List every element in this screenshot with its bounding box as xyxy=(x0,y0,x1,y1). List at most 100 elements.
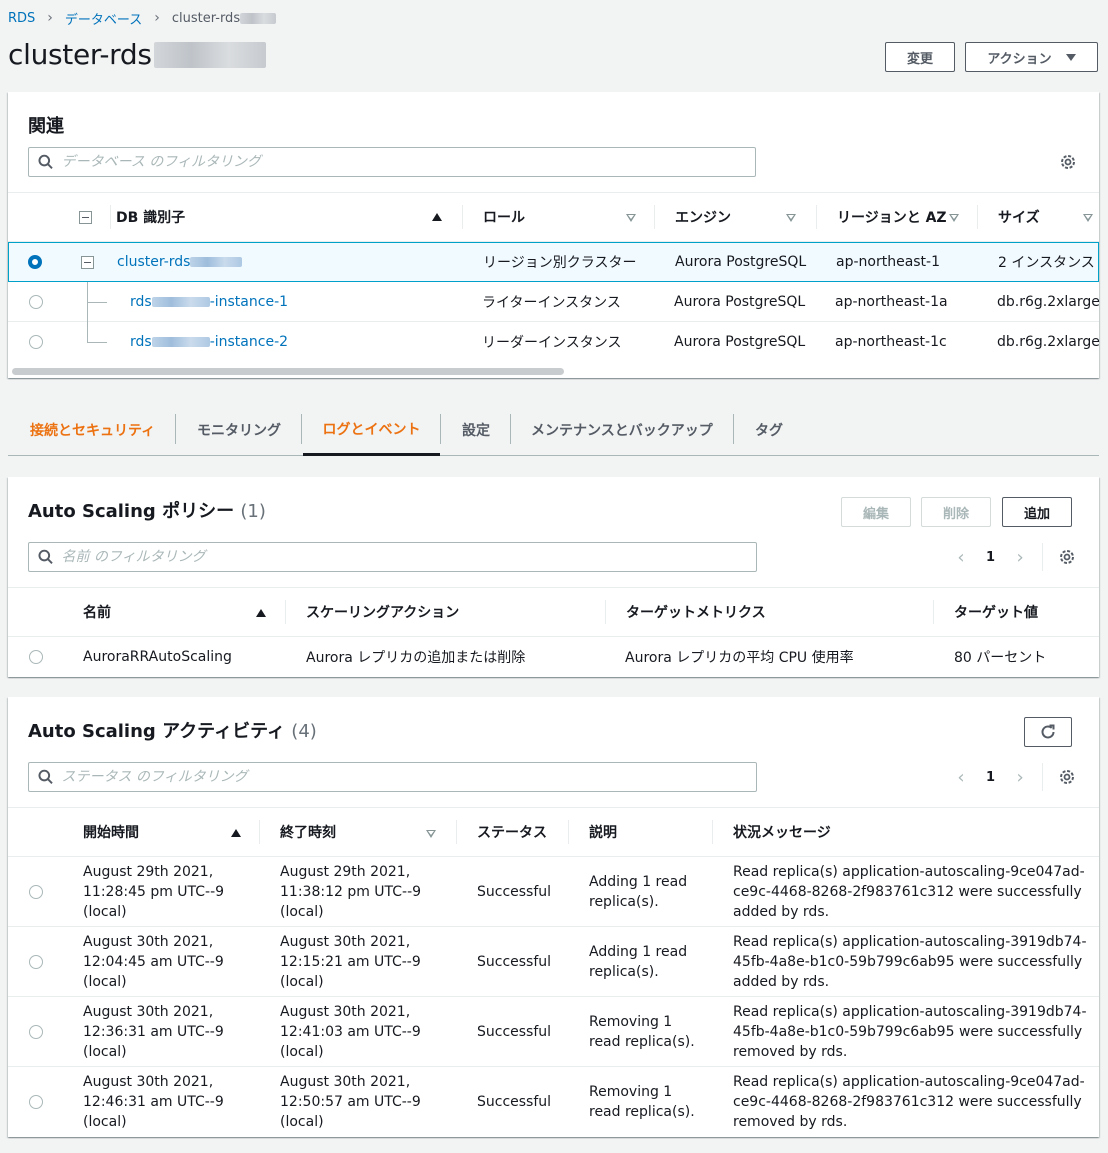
col-target-value[interactable]: ターゲット値 xyxy=(934,588,1094,636)
sort-icon xyxy=(1083,214,1093,222)
table-row[interactable]: August 30th 2021, 12:04:45 am UTC--9 (loca… xyxy=(8,927,1099,997)
col-target-value-label: ターゲット値 xyxy=(954,605,1038,621)
tab-logs-events[interactable]: ログとイベント xyxy=(303,404,440,456)
cell-line: 45fb-4a8e-b1c0-59b799c6ab95 were success… xyxy=(733,1023,1083,1040)
db-identifier-suffix[interactable]: -instance-2 xyxy=(210,334,288,350)
breadcrumb-databases-link[interactable]: データベース xyxy=(65,9,142,28)
db-identifier-link[interactable]: rds -instance-2 xyxy=(130,322,288,362)
col-size[interactable]: サイズ xyxy=(978,193,1099,241)
related-panel: 関連 DB 識別子 ロール エンジン リージョンと AZ サイズ cluster… xyxy=(8,92,1100,378)
col-role[interactable]: ロール xyxy=(463,193,655,241)
size-cell: 2 インスタンス xyxy=(998,255,1095,271)
modify-button[interactable]: 変更 xyxy=(885,42,955,72)
table-row[interactable]: rds -instance-1 ライターインスタンス Aurora Postgre… xyxy=(8,282,1100,322)
db-identifier-text[interactable]: rds xyxy=(130,294,152,310)
add-button[interactable]: 追加 xyxy=(1002,497,1072,527)
tab-connectivity-security[interactable]: 接続とセキュリティ xyxy=(30,404,155,456)
related-filter[interactable] xyxy=(28,147,756,177)
col-db-identifier[interactable]: DB 識別子 xyxy=(111,193,463,241)
col-status-label: ステータス xyxy=(477,825,547,841)
delete-button-label: 削除 xyxy=(942,506,969,522)
row-radio[interactable] xyxy=(28,255,42,269)
cell-line: 11:28:45 pm UTC--9 xyxy=(83,883,225,900)
col-status-message-label: 状況メッセージ xyxy=(733,825,831,841)
col-description[interactable]: 説明 xyxy=(569,808,713,856)
activities-panel: Auto Scaling アクティビティ (4) ‹ 1 › 開始時間 終了時刻… xyxy=(8,697,1099,1137)
chevron-left-icon[interactable]: ‹ xyxy=(954,547,968,568)
status-message-cell: Read replica(s) application-autoscaling-… xyxy=(733,997,1087,1066)
col-start-time[interactable]: 開始時間 xyxy=(63,808,260,856)
row-radio[interactable] xyxy=(29,295,43,309)
policies-filter-input[interactable] xyxy=(61,549,756,565)
breadcrumb-rds-link[interactable]: RDS xyxy=(8,11,35,26)
horizontal-scrollbar[interactable] xyxy=(12,368,564,375)
tab-configuration[interactable]: 設定 xyxy=(462,404,490,456)
col-name-label: 名前 xyxy=(83,605,111,621)
edit-button[interactable]: 編集 xyxy=(841,497,911,527)
table-row[interactable]: August 30th 2021, 12:36:31 am UTC--9 (loca… xyxy=(8,997,1099,1067)
col-engine-label: エンジン xyxy=(675,210,731,226)
table-row[interactable]: rds -instance-2 リーダーインスタンス Aurora Postgre… xyxy=(8,322,1100,362)
tab-label: ログとイベント xyxy=(322,421,421,438)
db-identifier-link[interactable]: cluster-rds xyxy=(117,243,243,281)
db-identifier-text[interactable]: cluster-rds xyxy=(117,254,190,270)
col-region-az[interactable]: リージョンと AZ xyxy=(817,193,978,241)
db-identifier-link[interactable]: rds -instance-1 xyxy=(130,282,288,321)
row-radio[interactable] xyxy=(29,955,43,969)
col-status[interactable]: ステータス xyxy=(457,808,569,856)
chevron-left-icon[interactable]: ‹ xyxy=(954,767,968,788)
gear-icon[interactable] xyxy=(1058,548,1076,566)
policies-filter[interactable] xyxy=(28,542,757,572)
tab-label: 設定 xyxy=(462,423,490,439)
gear-icon[interactable] xyxy=(1058,768,1076,786)
target-metric-cell: Aurora レプリカの平均 CPU 使用率 xyxy=(625,650,854,666)
tab-monitoring[interactable]: モニタリング xyxy=(197,404,281,456)
row-radio[interactable] xyxy=(29,335,43,349)
delete-button[interactable]: 削除 xyxy=(921,497,991,527)
collapse-icon[interactable] xyxy=(81,256,94,269)
actions-button[interactable]: アクション xyxy=(965,42,1098,72)
table-row[interactable]: AuroraRRAutoScaling Aurora レプリカの追加または削除 … xyxy=(8,637,1099,677)
activities-filter[interactable] xyxy=(28,762,757,792)
divider xyxy=(1042,543,1043,571)
col-status-message[interactable]: 状況メッセージ xyxy=(713,808,1094,856)
caret-down-icon xyxy=(1065,53,1076,61)
status-cell: Successful xyxy=(477,1023,552,1040)
cell-line: 12:36:31 am UTC--9 xyxy=(83,1023,224,1040)
page-title: cluster-rds xyxy=(8,38,266,71)
row-radio[interactable] xyxy=(29,650,43,664)
chevron-right-icon[interactable]: › xyxy=(1013,767,1027,788)
col-scaling-action[interactable]: スケーリングアクション xyxy=(286,588,606,636)
row-radio[interactable] xyxy=(29,1025,43,1039)
col-name[interactable]: 名前 xyxy=(63,588,286,636)
col-size-label: サイズ xyxy=(998,210,1040,226)
sort-icon xyxy=(426,830,436,838)
col-end-time[interactable]: 終了時刻 xyxy=(260,808,457,856)
db-identifier-text[interactable]: rds xyxy=(130,334,152,350)
page-number[interactable]: 1 xyxy=(986,770,995,785)
start-time-cell: August 30th 2021, 12:46:31 am UTC--9 (loca… xyxy=(83,1067,224,1137)
related-filter-input[interactable] xyxy=(61,154,755,170)
activities-filter-input[interactable] xyxy=(61,769,756,785)
col-target-metric[interactable]: ターゲットメトリクス xyxy=(606,588,934,636)
tree-line xyxy=(87,322,88,342)
col-engine[interactable]: エンジン xyxy=(655,193,817,241)
table-row[interactable]: August 29th 2021, 11:28:45 pm UTC--9 (loca… xyxy=(8,857,1099,927)
collapse-all-icon[interactable] xyxy=(79,211,92,224)
start-time-cell: August 30th 2021, 12:36:31 am UTC--9 (loca… xyxy=(83,997,224,1066)
sort-icon xyxy=(786,214,796,222)
page-number[interactable]: 1 xyxy=(986,550,995,565)
start-time-cell: August 30th 2021, 12:04:45 am UTC--9 (loca… xyxy=(83,927,224,996)
row-radio[interactable] xyxy=(29,1095,43,1109)
table-row[interactable]: cluster-rds リージョン別クラスター Aurora PostgreSQ… xyxy=(8,242,1099,282)
tab-maintenance-backup[interactable]: メンテナンスとバックアップ xyxy=(531,404,713,456)
cell-line: ce9c-4468-8268-2f983761c312 were success… xyxy=(733,1094,1082,1110)
db-identifier-suffix[interactable]: -instance-1 xyxy=(210,294,288,310)
row-radio[interactable] xyxy=(29,885,43,899)
gear-icon[interactable] xyxy=(1059,153,1077,171)
chevron-right-icon[interactable]: › xyxy=(1013,547,1027,568)
refresh-button[interactable] xyxy=(1024,717,1072,747)
cell-line: August 29th 2021, xyxy=(280,863,411,880)
tab-tags[interactable]: タグ xyxy=(755,404,783,456)
table-row[interactable]: August 30th 2021, 12:46:31 am UTC--9 (loca… xyxy=(8,1067,1099,1137)
